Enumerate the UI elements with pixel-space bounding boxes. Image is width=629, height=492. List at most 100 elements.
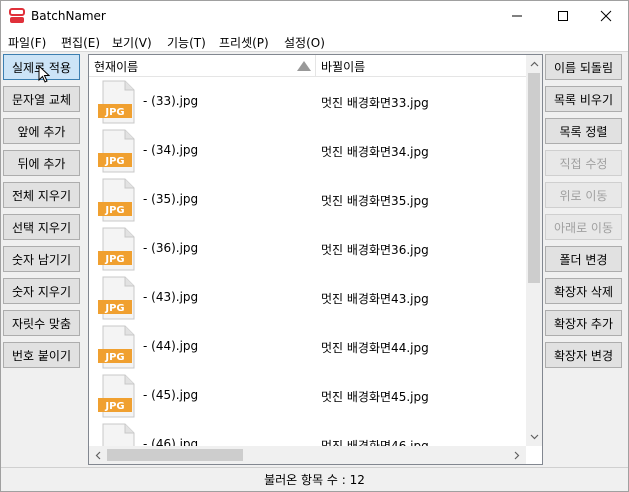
scroll-down-button[interactable] <box>526 429 542 445</box>
sort-list-button[interactable]: 목록 정렬 <box>545 118 622 144</box>
vertical-scroll-thumb[interactable] <box>528 73 540 283</box>
undo-rename-label: 이름 되돌림 <box>553 60 613 75</box>
menu-view[interactable]: 보기(V) <box>112 34 152 51</box>
move-up-button[interactable]: 위로 이동 <box>545 182 622 208</box>
jpg-file-icon: JPG <box>98 178 135 222</box>
title-bar[interactable]: BatchNamer <box>1 1 628 31</box>
scroll-up-button[interactable] <box>526 56 542 72</box>
new-name: 멋진 배경화면44.jpg <box>321 341 429 355</box>
change-folder-button[interactable]: 폴더 변경 <box>545 246 622 272</box>
current-name: - (36).jpg <box>143 241 199 255</box>
app-window: BatchNamer 파일(F) 편집(E) 보기(V) 기능(T) 프리셋(P… <box>0 0 629 492</box>
jpg-file-icon: JPG <box>98 325 135 369</box>
move-down-label: 아래로 이동 <box>553 220 613 235</box>
chevron-down-icon <box>530 434 538 440</box>
minimize-button[interactable] <box>494 1 540 31</box>
maximize-button[interactable] <box>540 1 586 31</box>
svg-text:JPG: JPG <box>104 254 124 265</box>
list-item[interactable]: JPG - (46).jpg 멋진 배경화면46.jpg <box>89 420 526 446</box>
delete-extension-button[interactable]: 확장자 삭제 <box>545 278 622 304</box>
menu-edit[interactable]: 편집(E) <box>61 34 100 51</box>
mouse-cursor-icon <box>38 65 50 83</box>
svg-text:JPG: JPG <box>104 107 124 118</box>
sort-list-label: 목록 정렬 <box>559 124 608 139</box>
svg-text:JPG: JPG <box>104 205 124 216</box>
new-name: 멋진 배경화면35.jpg <box>321 194 429 208</box>
svg-text:JPG: JPG <box>104 401 124 412</box>
current-name: - (44).jpg <box>143 339 199 353</box>
jpg-file-icon: JPG <box>98 227 135 271</box>
pad-digits-button[interactable]: 자릿수 맞춤 <box>3 310 80 336</box>
jpg-file-icon: JPG <box>102 423 135 446</box>
vertical-scrollbar[interactable] <box>526 55 542 446</box>
menu-settings[interactable]: 설정(O) <box>284 34 325 51</box>
remove-numbers-button[interactable]: 숫자 지우기 <box>3 278 80 304</box>
jpg-file-icon: JPG <box>98 276 135 320</box>
menu-bar: 파일(F) 편집(E) 보기(V) 기능(T) 프리셋(P) 설정(O) <box>1 31 628 52</box>
sort-ascending-icon <box>297 61 311 71</box>
clear-selection-button[interactable]: 선택 지우기 <box>3 214 80 240</box>
add-prefix-button[interactable]: 앞에 추가 <box>3 118 80 144</box>
svg-text:JPG: JPG <box>104 156 124 167</box>
close-icon <box>600 10 612 22</box>
new-name: 멋진 배경화면43.jpg <box>321 292 429 306</box>
scroll-left-button[interactable] <box>90 447 106 463</box>
pad-digits-label: 자릿수 맞춤 <box>11 316 71 331</box>
batchnamer-app-icon <box>9 8 25 23</box>
chevron-right-icon <box>514 451 520 459</box>
close-button[interactable] <box>583 1 629 31</box>
current-name: - (46).jpg <box>143 437 199 446</box>
scroll-right-button[interactable] <box>509 447 525 463</box>
add-extension-label: 확장자 추가 <box>553 316 613 331</box>
menu-tools[interactable]: 기능(T) <box>167 34 206 51</box>
replace-string-label: 문자열 교체 <box>11 92 71 107</box>
menu-preset[interactable]: 프리셋(P) <box>219 34 269 51</box>
status-text: 불러온 항목 수 : 12 <box>264 473 365 487</box>
column-current-name[interactable]: 현재이름 <box>94 58 138 75</box>
horizontal-scrollbar[interactable] <box>89 446 526 464</box>
add-suffix-label: 뒤에 추가 <box>17 156 66 171</box>
current-name: - (34).jpg <box>143 143 199 157</box>
svg-text:JPG: JPG <box>104 352 124 363</box>
list-item[interactable]: JPG - (45).jpg 멋진 배경화면45.jpg <box>89 371 526 420</box>
move-down-button[interactable]: 아래로 이동 <box>545 214 622 240</box>
jpg-file-icon: JPG <box>98 374 135 418</box>
current-name: - (43).jpg <box>143 290 199 304</box>
add-numbering-button[interactable]: 번호 붙이기 <box>3 342 80 368</box>
list-header: 현재이름 바뀔이름 <box>89 55 526 77</box>
clear-all-button[interactable]: 전체 지우기 <box>3 182 80 208</box>
file-list-view[interactable]: 현재이름 바뀔이름 JPG - (33).jpg 멋진 배경화면33.jpg J… <box>88 54 543 465</box>
right-action-panel: 이름 되돌림 목록 비우기 목록 정렬 직접 수정 위로 이동 아래로 이동 폴… <box>545 54 627 466</box>
new-name: 멋진 배경화면36.jpg <box>321 243 429 257</box>
list-item[interactable]: JPG - (36).jpg 멋진 배경화면36.jpg <box>89 224 526 273</box>
add-prefix-label: 앞에 추가 <box>17 124 66 139</box>
chevron-left-icon <box>95 451 101 459</box>
move-up-label: 위로 이동 <box>559 188 608 203</box>
new-name: 멋진 배경화면33.jpg <box>321 96 429 110</box>
jpg-file-icon: JPG <box>98 129 135 173</box>
list-item[interactable]: JPG - (33).jpg 멋진 배경화면33.jpg <box>89 77 526 126</box>
list-item[interactable]: JPG - (43).jpg 멋진 배경화면43.jpg <box>89 273 526 322</box>
edit-directly-button[interactable]: 직접 수정 <box>545 150 622 176</box>
add-extension-button[interactable]: 확장자 추가 <box>545 310 622 336</box>
clear-list-button[interactable]: 목록 비우기 <box>545 86 622 112</box>
menu-file[interactable]: 파일(F) <box>8 34 46 51</box>
clear-list-label: 목록 비우기 <box>553 92 613 107</box>
change-extension-button[interactable]: 확장자 변경 <box>545 342 622 368</box>
new-name: 멋진 배경화면34.jpg <box>321 145 429 159</box>
list-item[interactable]: JPG - (34).jpg 멋진 배경화면34.jpg <box>89 126 526 175</box>
left-action-panel: 실제로 적용 문자열 교체 앞에 추가 뒤에 추가 전체 지우기 선택 지우기 … <box>3 54 85 466</box>
horizontal-scroll-thumb[interactable] <box>107 449 243 461</box>
minimize-icon <box>512 15 522 17</box>
add-suffix-button[interactable]: 뒤에 추가 <box>3 150 80 176</box>
column-new-name[interactable]: 바뀔이름 <box>321 58 365 75</box>
undo-rename-button[interactable]: 이름 되돌림 <box>545 54 622 80</box>
list-item[interactable]: JPG - (35).jpg 멋진 배경화면35.jpg <box>89 175 526 224</box>
change-folder-label: 폴더 변경 <box>559 252 608 267</box>
replace-string-button[interactable]: 문자열 교체 <box>3 86 80 112</box>
list-item[interactable]: JPG - (44).jpg 멋진 배경화면44.jpg <box>89 322 526 371</box>
keep-numbers-button[interactable]: 숫자 남기기 <box>3 246 80 272</box>
new-name: 멋진 배경화면45.jpg <box>321 390 429 404</box>
delete-extension-label: 확장자 삭제 <box>553 284 613 299</box>
column-divider[interactable] <box>315 55 316 77</box>
